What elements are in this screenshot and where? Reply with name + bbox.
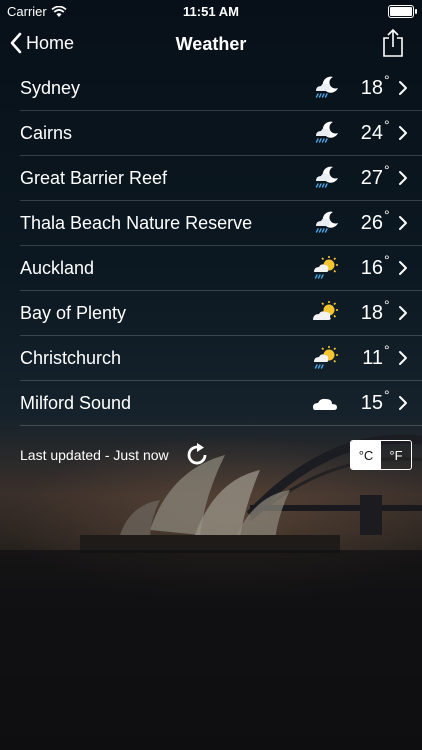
location-row[interactable]: Bay of Plenty 18 ° — [20, 291, 422, 336]
location-row[interactable]: Milford Sound 15 ° — [20, 381, 422, 426]
share-icon — [383, 28, 403, 57]
location-name: Bay of Plenty — [20, 302, 127, 323]
chevron-right-icon — [399, 171, 407, 185]
sun-cloud-icon — [311, 301, 339, 325]
degree-symbol: ° — [384, 342, 390, 358]
status-bar: Carrier 11:51 AM — [0, 0, 422, 22]
chevron-right-icon — [399, 81, 407, 95]
temperature-value: 27 — [360, 166, 383, 189]
last-updated-label: Last updated - Just now — [20, 447, 169, 463]
location-name: Milford Sound — [20, 392, 132, 413]
navigation-bar: Home Weather — [0, 22, 422, 66]
celsius-option[interactable]: °C — [351, 441, 381, 469]
battery-icon — [388, 5, 417, 18]
location-name: Thala Beach Nature Reserve — [20, 212, 253, 233]
location-row[interactable]: Great Barrier Reef 27 ° — [20, 156, 422, 201]
location-row[interactable]: Sydney 18 ° — [20, 66, 422, 111]
temperature-value: 15 — [360, 391, 383, 414]
degree-symbol: ° — [384, 252, 390, 268]
degree-symbol: ° — [384, 117, 390, 133]
cloud-icon — [311, 391, 339, 415]
chevron-right-icon — [399, 126, 407, 140]
location-name: Sydney — [20, 77, 81, 98]
night-rain-icon — [311, 121, 339, 145]
share-button[interactable] — [382, 28, 404, 63]
temperature-value: 18 — [360, 301, 383, 324]
temperature-value: 18 — [360, 76, 383, 99]
degree-symbol: ° — [384, 207, 390, 223]
location-name: Great Barrier Reef — [20, 167, 168, 188]
temperature-value: 24 — [360, 121, 383, 144]
status-time: 11:51 AM — [183, 4, 239, 19]
sun-rain-icon — [311, 346, 339, 370]
temperature-value: 16 — [360, 256, 383, 279]
location-row[interactable]: Cairns 24 ° — [20, 111, 422, 156]
temperature-value: 26 — [360, 211, 383, 234]
degree-symbol: ° — [384, 387, 390, 403]
chevron-right-icon — [399, 306, 407, 320]
chevron-right-icon — [399, 261, 407, 275]
list-footer: Last updated - Just now °C °F — [20, 440, 412, 470]
sun-rain-icon — [311, 256, 339, 280]
refresh-icon — [187, 443, 207, 465]
temperature-unit-toggle[interactable]: °C °F — [350, 440, 412, 470]
page-title: Weather — [175, 34, 247, 54]
weather-location-list: Sydney 18 ° Cairns 24 ° Great Barrier Reef 27 ° T… — [0, 66, 422, 426]
location-name: Auckland — [20, 257, 95, 278]
fahrenheit-option[interactable]: °F — [381, 441, 411, 469]
battery-fill — [390, 7, 412, 16]
degree-symbol: ° — [384, 297, 390, 313]
chevron-right-icon — [399, 216, 407, 230]
refresh-button[interactable] — [186, 442, 210, 473]
location-row[interactable]: Auckland 16 ° — [20, 246, 422, 291]
night-rain-icon — [311, 166, 339, 190]
temperature-value: 11 — [362, 346, 383, 369]
location-row[interactable]: Thala Beach Nature Reserve 26 ° — [20, 201, 422, 246]
location-row[interactable]: Christchurch 11 ° — [20, 336, 422, 381]
degree-symbol: ° — [384, 162, 390, 178]
location-name: Christchurch — [20, 347, 122, 368]
chevron-right-icon — [399, 351, 407, 365]
night-rain-icon — [311, 76, 339, 100]
location-name: Cairns — [20, 122, 73, 143]
chevron-right-icon — [399, 396, 407, 410]
night-rain-icon — [311, 211, 339, 235]
degree-symbol: ° — [384, 72, 390, 88]
